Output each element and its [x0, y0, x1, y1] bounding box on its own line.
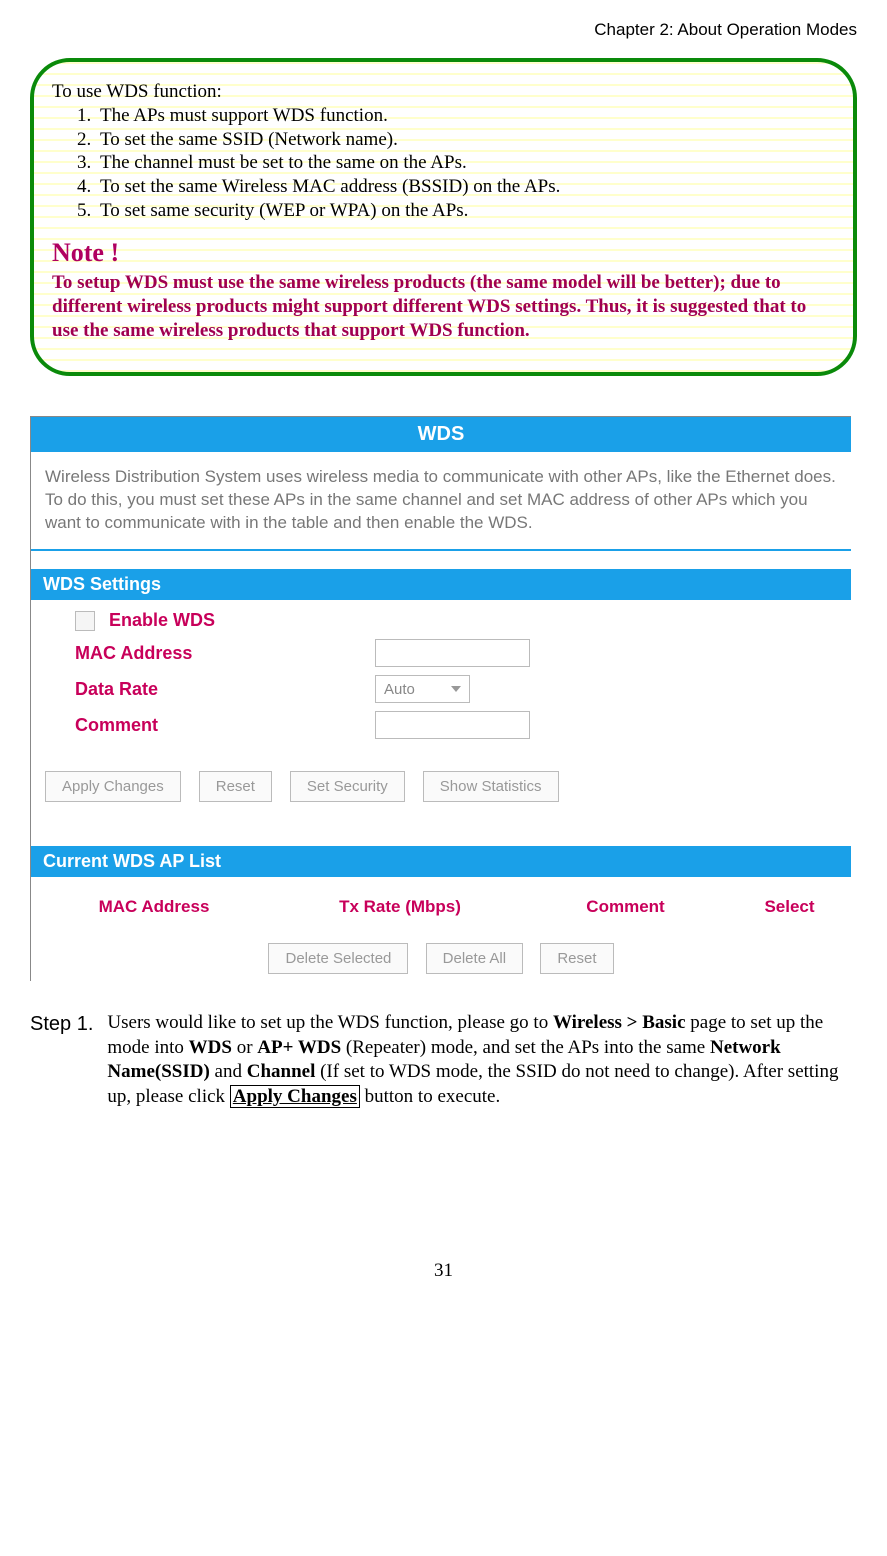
list-reset-button[interactable]: Reset [540, 943, 613, 974]
step-1-label: Step 1. [30, 1011, 93, 1110]
col-comment: Comment [523, 887, 728, 933]
mac-address-input[interactable] [375, 639, 530, 667]
step-bold: WDS [189, 1037, 232, 1058]
comment-input[interactable] [375, 711, 530, 739]
settings-button-row: Apply Changes Reset Set Security Show St… [31, 761, 851, 822]
apply-changes-button[interactable]: Apply Changes [45, 771, 181, 802]
divider [31, 549, 851, 551]
step-text: Users would like to set up the WDS funct… [107, 1012, 553, 1033]
delete-selected-button[interactable]: Delete Selected [268, 943, 408, 974]
chapter-header: Chapter 2: About Operation Modes [30, 20, 857, 40]
page-number: 31 [30, 1260, 857, 1282]
callout-intro: To use WDS function: [52, 80, 835, 104]
step-bold: Wireless > Basic [553, 1012, 686, 1033]
callout-item: To set the same SSID (Network name). [96, 128, 835, 152]
step-1-body: Users would like to set up the WDS funct… [107, 1011, 857, 1110]
comment-label: Comment [45, 715, 375, 736]
wds-callout: To use WDS function: The APs must suppor… [30, 58, 857, 376]
apply-changes-boxed: Apply Changes [230, 1085, 360, 1108]
router-screenshot: WDS Wireless Distribution System uses wi… [30, 416, 851, 981]
list-button-row: Delete Selected Delete All Reset [31, 943, 851, 981]
wds-description: Wireless Distribution System uses wirele… [31, 452, 851, 545]
data-rate-value: Auto [384, 681, 415, 698]
reset-button[interactable]: Reset [199, 771, 272, 802]
step-bold: AP+ WDS [257, 1037, 341, 1058]
mac-address-label: MAC Address [45, 643, 375, 664]
data-rate-label: Data Rate [45, 679, 375, 700]
wds-settings-form: Enable WDS MAC Address Data Rate Auto Co… [31, 610, 851, 761]
col-txrate: Tx Rate (Mbps) [277, 887, 523, 933]
callout-item: To set the same Wireless MAC address (BS… [96, 175, 835, 199]
callout-item: To set same security (WEP or WPA) on the… [96, 199, 835, 223]
wds-list-header: Current WDS AP List [31, 846, 851, 877]
step-text: button to execute. [360, 1086, 500, 1107]
callout-item: The APs must support WDS function. [96, 104, 835, 128]
wds-title-bar: WDS [31, 417, 851, 452]
step-text: (Repeater) mode, and set the APs into th… [341, 1037, 710, 1058]
note-title: Note ! [52, 237, 835, 270]
callout-list: The APs must support WDS function. To se… [52, 104, 835, 223]
chevron-down-icon [451, 686, 461, 692]
callout-item: The channel must be set to the same on t… [96, 151, 835, 175]
set-security-button[interactable]: Set Security [290, 771, 405, 802]
show-statistics-button[interactable]: Show Statistics [423, 771, 559, 802]
enable-wds-checkbox[interactable] [75, 611, 95, 631]
step-text: and [210, 1061, 247, 1082]
delete-all-button[interactable]: Delete All [426, 943, 523, 974]
data-rate-select[interactable]: Auto [375, 675, 470, 703]
step-bold: Channel [247, 1061, 316, 1082]
enable-wds-label: Enable WDS [109, 610, 215, 631]
col-select: Select [728, 887, 851, 933]
wds-settings-header: WDS Settings [31, 569, 851, 600]
wds-ap-table: MAC Address Tx Rate (Mbps) Comment Selec… [31, 887, 851, 933]
note-body: To setup WDS must use the same wireless … [52, 271, 835, 342]
col-mac: MAC Address [31, 887, 277, 933]
step-1: Step 1. Users would like to set up the W… [30, 1011, 857, 1110]
step-text: or [232, 1037, 257, 1058]
